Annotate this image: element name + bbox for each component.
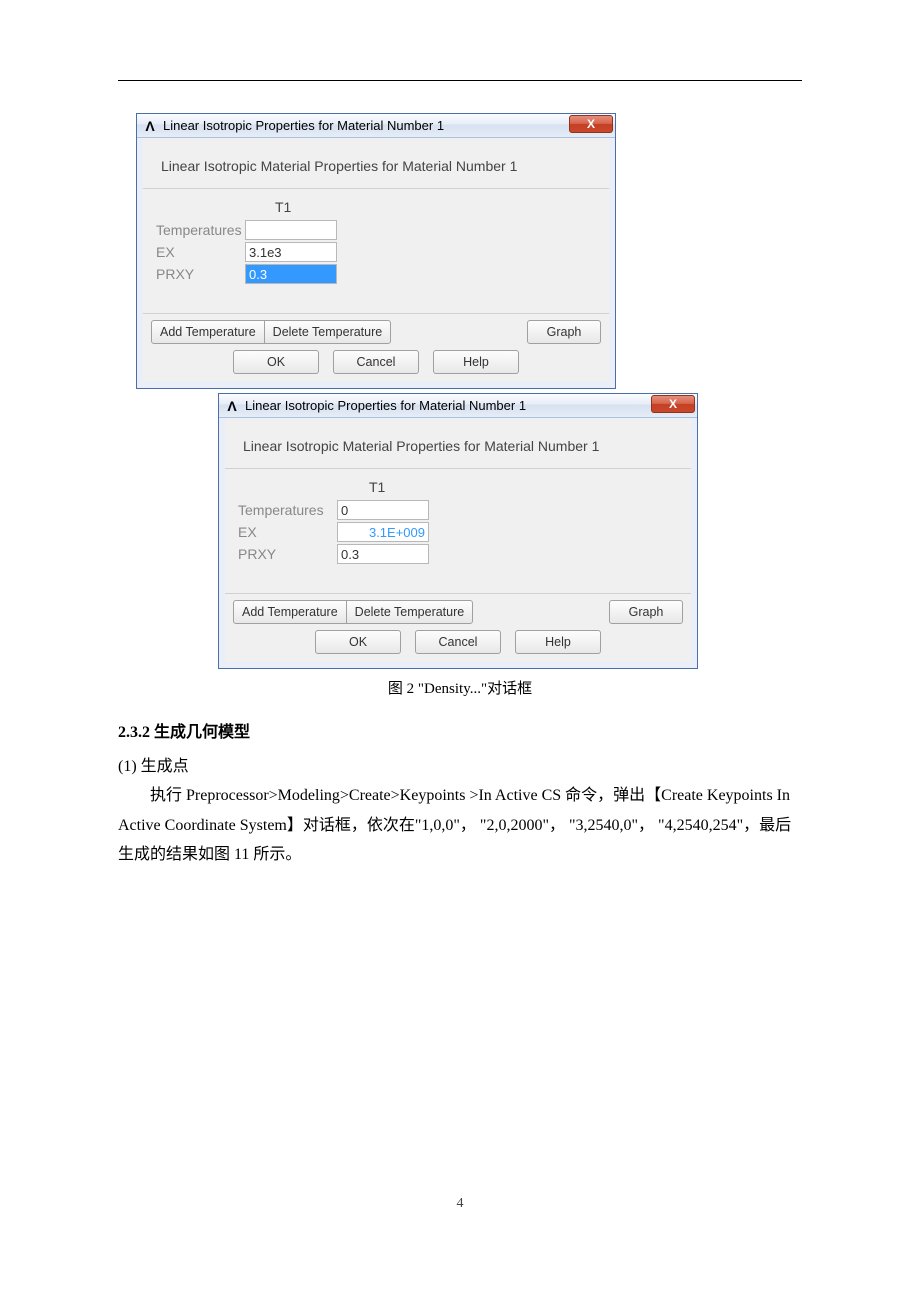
dialog-header: Linear Isotropic Material Properties for…: [143, 138, 609, 188]
ok-button[interactable]: OK: [315, 630, 401, 654]
row-ex: EX 3.1e3: [155, 241, 597, 263]
top-rule: [118, 80, 802, 81]
material-dialog-2: Λ Linear Isotropic Properties for Materi…: [218, 393, 698, 669]
section-heading: 2.3.2 生成几何模型: [118, 718, 802, 748]
input-ex[interactable]: 3.1E+009: [337, 522, 429, 542]
material-dialog-1: Λ Linear Isotropic Properties for Materi…: [136, 113, 616, 389]
data-grid: T1 Temperatures 0 EX 3.1E+009 PRXY 0.3: [225, 468, 691, 594]
titlebar: Λ Linear Isotropic Properties for Materi…: [219, 394, 697, 418]
section-item-1: (1) 生成点: [118, 752, 802, 782]
row-ex: EX 3.1E+009: [237, 521, 679, 543]
row-prxy: PRXY 0.3: [237, 543, 679, 565]
delete-temperature-button[interactable]: Delete Temperature: [346, 600, 474, 624]
row-prxy: PRXY 0.3: [155, 263, 597, 285]
add-temperature-button[interactable]: Add Temperature: [233, 600, 347, 624]
delete-temperature-button[interactable]: Delete Temperature: [264, 320, 392, 344]
app-icon: Λ: [225, 399, 239, 413]
dialog-header: Linear Isotropic Material Properties for…: [225, 418, 691, 468]
window-title: Linear Isotropic Properties for Material…: [245, 398, 526, 413]
figure-caption: 图 2 "Density..."对话框: [118, 677, 802, 698]
titlebar: Λ Linear Isotropic Properties for Materi…: [137, 114, 615, 138]
help-button[interactable]: Help: [515, 630, 601, 654]
label-ex: EX: [155, 244, 245, 260]
page-number: 4: [0, 1196, 920, 1212]
label-temperatures: Temperatures: [155, 222, 245, 238]
close-icon: X: [669, 397, 677, 411]
row-temperatures: Temperatures 0: [237, 499, 679, 521]
app-icon: Λ: [143, 119, 157, 133]
close-button[interactable]: X: [651, 395, 695, 413]
label-ex: EX: [237, 524, 337, 540]
graph-button[interactable]: Graph: [609, 600, 683, 624]
help-button[interactable]: Help: [433, 350, 519, 374]
data-grid: T1 Temperatures EX 3.1e3 PRXY 0.3: [143, 188, 609, 314]
cancel-button[interactable]: Cancel: [415, 630, 501, 654]
input-ex[interactable]: 3.1e3: [245, 242, 337, 262]
column-header: T1: [155, 197, 597, 219]
label-prxy: PRXY: [155, 266, 245, 282]
label-temperatures: Temperatures: [237, 502, 337, 518]
input-temperatures[interactable]: [245, 220, 337, 240]
section-paragraph: 执行 Preprocessor>Modeling>Create>Keypoint…: [118, 781, 802, 870]
close-icon: X: [587, 117, 595, 131]
cancel-button[interactable]: Cancel: [333, 350, 419, 374]
graph-button[interactable]: Graph: [527, 320, 601, 344]
window-title: Linear Isotropic Properties for Material…: [163, 118, 444, 133]
label-prxy: PRXY: [237, 546, 337, 562]
input-prxy[interactable]: 0.3: [245, 264, 337, 284]
row-temperatures: Temperatures: [155, 219, 597, 241]
column-header: T1: [237, 477, 679, 499]
add-temperature-button[interactable]: Add Temperature: [151, 320, 265, 344]
input-prxy[interactable]: 0.3: [337, 544, 429, 564]
close-button[interactable]: X: [569, 115, 613, 133]
input-temperatures[interactable]: 0: [337, 500, 429, 520]
ok-button[interactable]: OK: [233, 350, 319, 374]
